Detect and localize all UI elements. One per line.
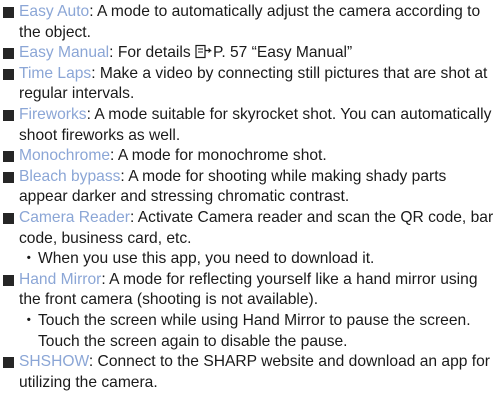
mode-description: : A mode for monochrome shot. (110, 147, 327, 165)
list-item-easy-auto: Easy Auto: A mode to automatically adjus… (0, 2, 494, 43)
mode-description: : For details (109, 44, 195, 62)
square-bullet-icon (3, 212, 14, 224)
list-item-camera-reader: Camera Reader: Activate Camera reader an… (0, 208, 494, 249)
square-bullet-icon (3, 68, 14, 80)
square-bullet-icon (3, 171, 14, 183)
mode-description: : A mode to automatically adjust the cam… (19, 3, 481, 41)
square-bullet-icon (3, 7, 14, 18)
square-bullet-icon (3, 357, 14, 369)
mode-name: Camera Reader (19, 208, 130, 226)
mode-name: Fireworks (19, 105, 87, 123)
mode-description: : A mode suitable for skyrocket shot. Yo… (19, 105, 492, 144)
list-item-easy-manual: Easy Manual: For details P. 57 “Easy Man… (0, 43, 494, 64)
note-marker: ・ (21, 311, 37, 329)
square-bullet-icon (3, 48, 14, 60)
square-bullet-icon (3, 109, 14, 121)
list-item-monochrome: Monochrome: A mode for monochrome shot. (0, 146, 494, 167)
note-text: Touch the screen while using Hand Mirror… (38, 311, 471, 350)
note-marker: ・ (21, 250, 37, 268)
list-item-time-laps: Time Laps: Make a video by connecting st… (0, 64, 494, 105)
mode-name: Monochrome (19, 147, 111, 165)
square-bullet-icon (3, 274, 14, 286)
mode-name: SHSHOW (19, 353, 89, 371)
page-reference: P. 57 “Easy Manual” (212, 44, 353, 62)
camera-mode-list: Easy Auto: A mode to automatically adjus… (0, 2, 494, 393)
list-item-shshow: SHSHOW: Connect to the SHARP website and… (0, 352, 494, 393)
list-item-hand-mirror: Hand Mirror: A mode for reflecting yours… (0, 270, 494, 311)
list-item-bleach-bypass: Bleach bypass: A mode for shooting while… (0, 167, 494, 208)
list-item-fireworks: Fireworks: A mode suitable for skyrocket… (0, 105, 494, 146)
mode-name: Time Laps (19, 64, 92, 82)
note-camera-reader: ・ When you use this app, you need to dow… (0, 249, 494, 270)
mode-name: Easy Manual (19, 44, 110, 62)
note-text: When you use this app, you need to downl… (38, 250, 375, 268)
square-bullet-icon (3, 151, 14, 163)
page-reference-icon (195, 45, 212, 59)
mode-name: Easy Auto (19, 3, 90, 20)
mode-name: Bleach bypass (19, 167, 121, 185)
note-hand-mirror: ・ Touch the screen while using Hand Mirr… (0, 311, 494, 352)
mode-description: : Connect to the SHARP website and downl… (19, 353, 490, 391)
mode-name: Hand Mirror (19, 270, 102, 288)
